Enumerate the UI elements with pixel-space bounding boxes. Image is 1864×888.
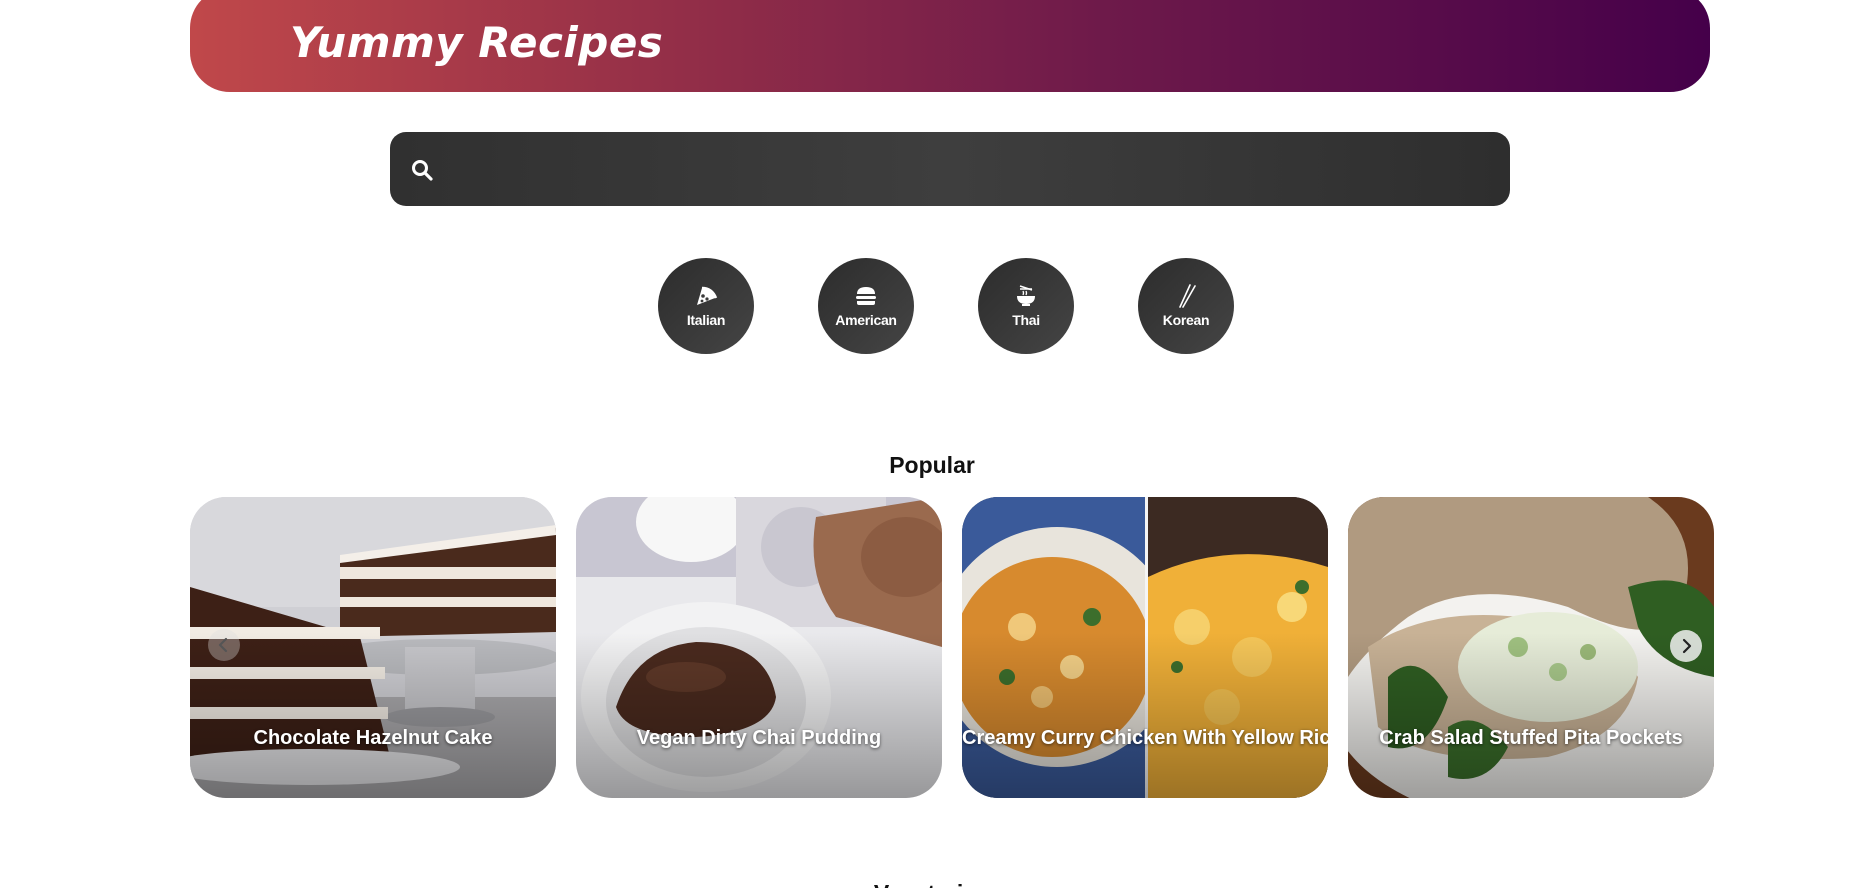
site-logo[interactable]: Yummy Recipes (290, 18, 663, 67)
recipe-title: Chocolate Hazelnut Cake (253, 727, 493, 749)
recipe-title: Creamy Curry Chicken With Yellow Rice (962, 727, 1328, 749)
category-label: Italian (686, 312, 726, 328)
category-italian[interactable]: Italian (658, 258, 754, 354)
recipe-card[interactable]: Creamy Curry Chicken With Yellow Rice (962, 497, 1328, 798)
carousel-next-button[interactable] (1670, 630, 1702, 662)
popular-carousel: Chocolate Hazelnut Cake Vegan Dirty Chai… (190, 497, 1714, 798)
header-banner: Yummy Recipes (190, 0, 1710, 92)
page: Yummy Recipes Italian American Thai Kore… (0, 0, 1864, 888)
noodle-bowl-icon (1017, 285, 1035, 306)
pizza-icon (697, 286, 718, 305)
category-korean[interactable]: Korean (1138, 258, 1234, 354)
category-thai[interactable]: Thai (978, 258, 1074, 354)
burger-icon (856, 287, 876, 305)
search-input[interactable] (450, 132, 1490, 206)
search-icon[interactable] (410, 158, 434, 182)
recipe-title: Crab Salad Stuffed Pita Pockets (1379, 727, 1683, 749)
recipe-card[interactable]: Crab Salad Stuffed Pita Pockets (1348, 497, 1714, 798)
carousel-prev-button[interactable] (208, 629, 240, 661)
recipe-title: Vegan Dirty Chai Pudding (636, 727, 882, 749)
search-bar[interactable] (390, 132, 1510, 206)
vegetarian-heading: Vegetarian (0, 880, 1864, 888)
category-american[interactable]: American (818, 258, 914, 354)
category-label: American (835, 312, 897, 328)
category-label: Korean (1162, 312, 1210, 328)
category-label: Thai (1012, 312, 1040, 328)
popular-heading: Popular (889, 452, 975, 478)
chevron-right-icon (1682, 638, 1692, 654)
chevron-left-icon (218, 637, 228, 653)
chopsticks-icon (1179, 284, 1196, 308)
recipe-card[interactable]: Chocolate Hazelnut Cake (190, 497, 556, 798)
category-list: Italian American Thai Korean (0, 258, 1864, 354)
recipe-card[interactable]: Vegan Dirty Chai Pudding (576, 497, 942, 798)
